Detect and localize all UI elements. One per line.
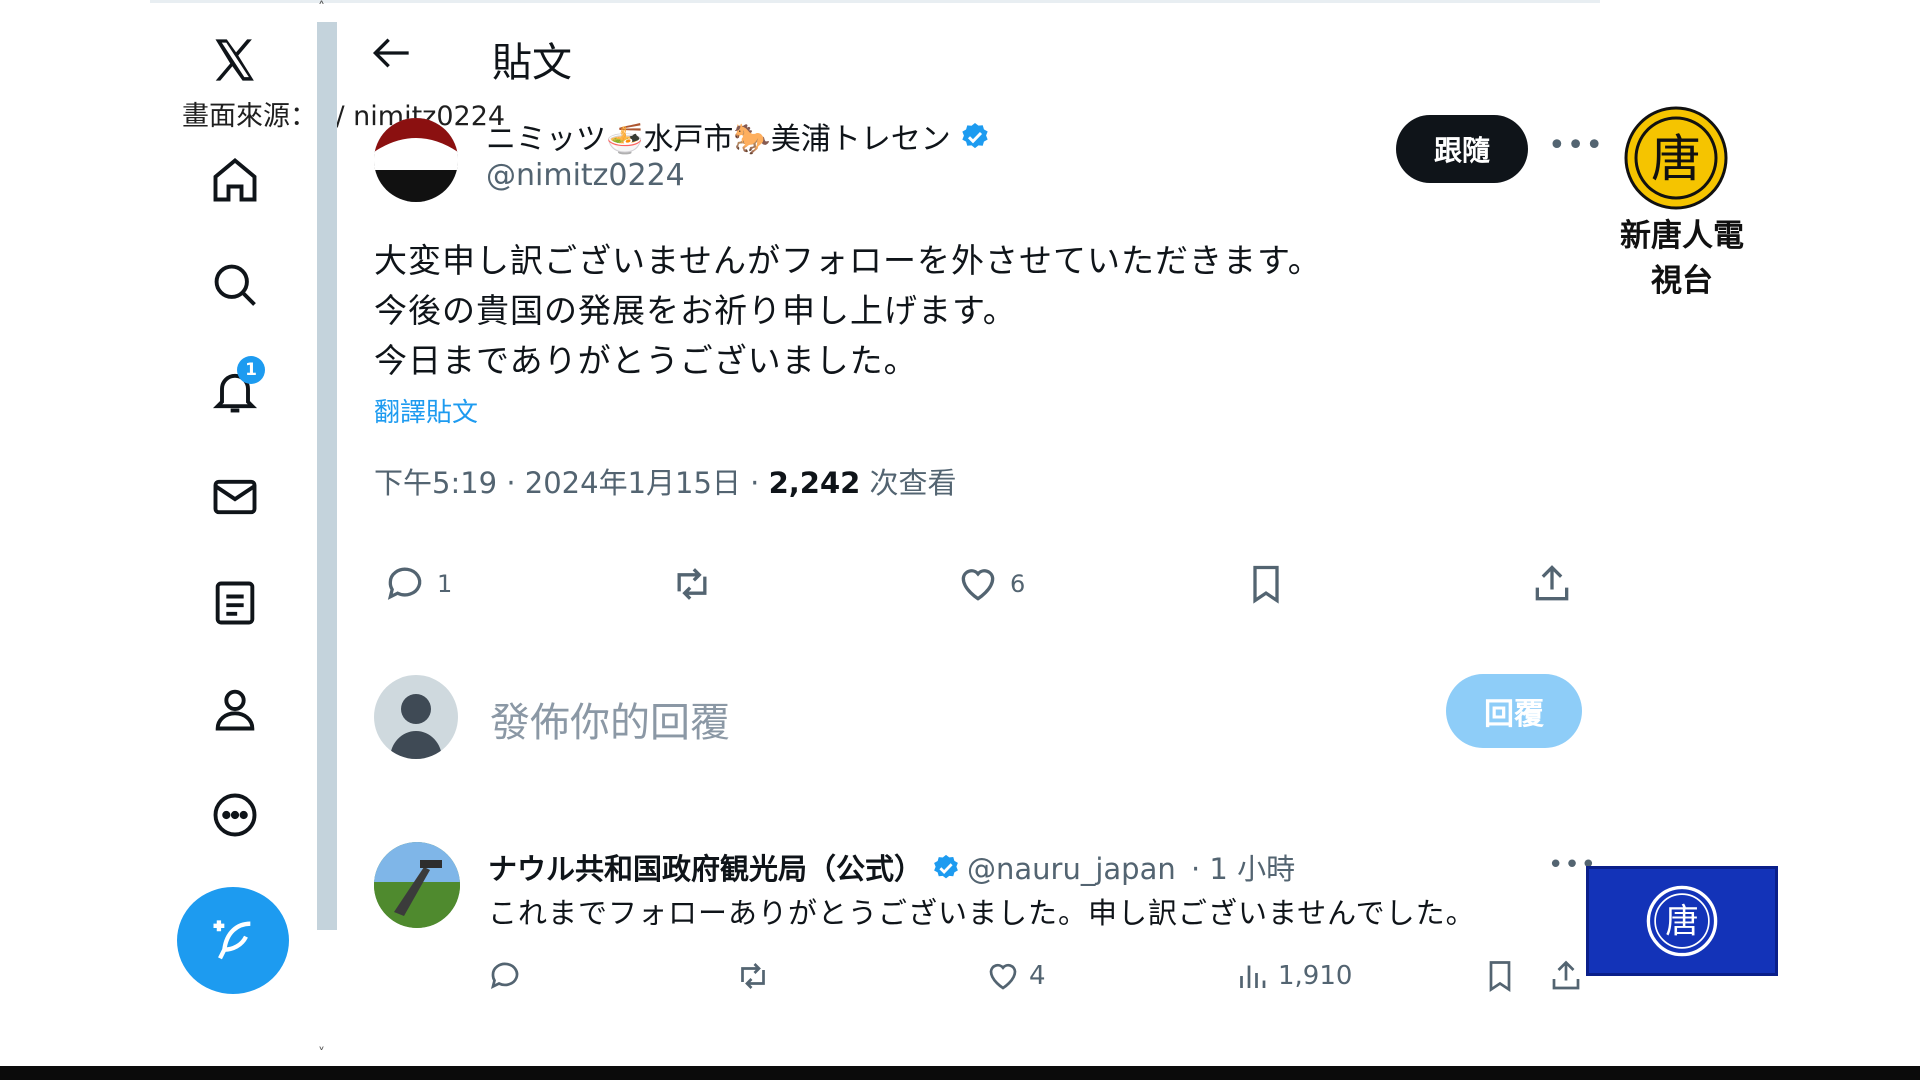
reply-action[interactable]: 1 (383, 562, 452, 606)
reply-tweet-share-action[interactable] (1548, 958, 1584, 994)
reply-icon (490, 962, 519, 990)
views-chart-icon (1240, 965, 1266, 988)
post-text-line-3: 今日までありがとうございました。 (374, 341, 918, 380)
share-icon (1535, 565, 1569, 601)
ntd-logo-text: 新唐人電視台 (1620, 218, 1744, 299)
search-icon[interactable] (195, 250, 275, 320)
reply-submit-button[interactable]: 回覆 (1446, 674, 1582, 748)
compose-post-button[interactable] (177, 887, 289, 994)
reply-input[interactable]: 發佈你的回覆 (490, 690, 730, 748)
reply-tweet-repost-action[interactable] (735, 958, 771, 994)
back-arrow-icon[interactable] (372, 36, 420, 76)
reply-author-handle[interactable]: @nauru_japan (967, 852, 1176, 886)
sidebar-scrollbar[interactable] (317, 22, 337, 930)
ntd-corner-logo: 唐 (1586, 866, 1778, 976)
follow-button[interactable]: 跟隨 (1396, 115, 1528, 183)
verified-badge-icon (959, 121, 991, 161)
more-options-icon[interactable] (195, 780, 275, 850)
reply-icon (387, 567, 422, 600)
lists-icon[interactable] (195, 568, 275, 638)
reply-tweet-like-action[interactable]: 4 (985, 958, 1046, 994)
reply-count: 1 (437, 570, 453, 598)
bookmark-action[interactable] (1244, 562, 1288, 606)
reply-tweet-bookmark-action[interactable] (1482, 958, 1518, 994)
share-icon (1552, 960, 1580, 990)
reply-tweet-views-action[interactable]: 1,910 (1234, 958, 1352, 994)
author-name-text: ニミッツ🍜水戸市🐎美浦トレセン (486, 122, 951, 157)
like-action[interactable]: 6 (956, 562, 1025, 606)
ntd-logo-char: 唐 (1651, 130, 1701, 188)
author-handle[interactable]: @nimitz0224 (486, 158, 685, 193)
reply-author-line: ナウル共和国政府観光局（公式） @nauru_japan · 1 小時 (488, 846, 1295, 890)
reply-tweet-like-count: 4 (1029, 961, 1046, 991)
translate-post-link[interactable]: 翻譯貼文 (374, 392, 478, 429)
repost-action[interactable] (670, 562, 714, 606)
home-icon[interactable] (195, 145, 275, 215)
top-strip (150, 0, 1600, 3)
reply-time[interactable]: · 1 小時 (1191, 852, 1295, 886)
reply-verified-badge-icon (931, 853, 961, 890)
heart-icon (961, 569, 995, 601)
post-more-icon[interactable]: ••• (1548, 128, 1604, 163)
reply-text: これまでフォローありがとうございました。申し訳ございませんでした。 (488, 896, 1476, 930)
bookmark-icon (1489, 961, 1511, 993)
reply-tweet-reply-action[interactable] (487, 958, 523, 994)
author-avatar[interactable] (374, 118, 458, 202)
reply-tweet-views: 1,910 (1278, 961, 1353, 991)
post-date[interactable]: 2024年1月15日 (525, 466, 741, 500)
profile-icon[interactable] (195, 674, 275, 744)
reply-author-name[interactable]: ナウル共和国政府観光局（公式） (488, 852, 923, 886)
video-bottom-bar (0, 1066, 1920, 1080)
ntd-corner-logo-char: 唐 (1665, 902, 1699, 941)
messages-envelope-icon[interactable] (195, 462, 275, 532)
page-title: 貼文 (492, 40, 572, 86)
post-text-line-2: 今後の貴国の発展をお祈り申し上げます。 (374, 291, 1017, 330)
x-logo-icon[interactable] (195, 25, 275, 95)
post-time[interactable]: 下午5:19 (374, 466, 497, 500)
bookmark-icon (1253, 565, 1279, 604)
share-action[interactable] (1530, 562, 1574, 606)
scroll-up-arrow-icon[interactable]: ˄ (318, 0, 325, 16)
heart-icon (989, 963, 1017, 990)
post-meta: 下午5:19 · 2024年1月15日 · 2,242 次查看 (374, 466, 957, 500)
repost-icon (677, 568, 707, 600)
post-views-label: 次查看 (869, 466, 957, 500)
current-user-avatar[interactable] (374, 675, 458, 759)
like-count: 6 (1010, 570, 1026, 598)
source-caption: 畫面來源：X/ nimitz0224 (182, 101, 506, 132)
repost-icon (741, 963, 765, 989)
post-views-count: 2,242 (768, 466, 861, 500)
notification-badge: 1 (237, 356, 265, 384)
scroll-down-arrow-icon[interactable]: ˅ (318, 1046, 325, 1062)
post-text-line-1: 大変申し訳ございませんがフォローを外させていただきます。 (374, 241, 1322, 280)
author-name[interactable]: ニミッツ🍜水戸市🐎美浦トレセン (486, 114, 991, 161)
nauru-avatar[interactable] (374, 842, 460, 928)
